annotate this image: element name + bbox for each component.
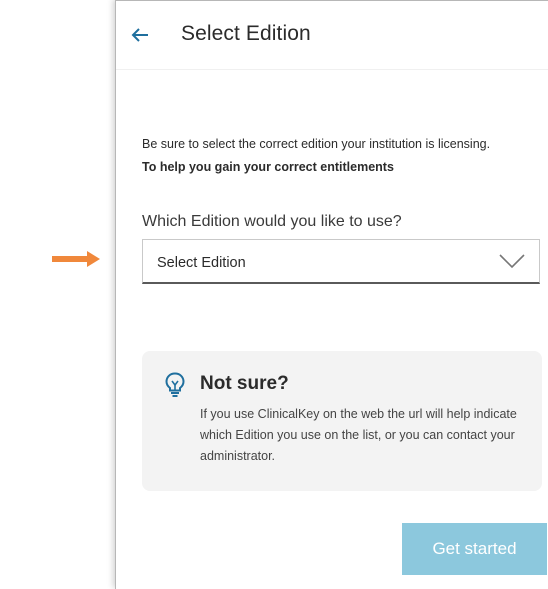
get-started-button[interactable]: Get started — [402, 523, 547, 575]
edition-select-value: Select Edition — [157, 255, 246, 271]
page-title: Select Edition — [181, 22, 311, 45]
info-card-text: If you use ClinicalKey on the web the ur… — [200, 407, 517, 463]
app-header: Select Edition — [116, 1, 548, 70]
arrow-left-icon — [131, 28, 148, 42]
edition-select[interactable]: Select Edition — [142, 239, 540, 284]
info-card-title: Not sure? — [200, 373, 289, 394]
intro-line-1: Be sure to select the correct edition yo… — [142, 137, 491, 151]
chevron-down-icon — [499, 254, 525, 269]
annotation-arrow-head — [87, 251, 100, 267]
intro-line-2: To help you gain your correct entitlemen… — [142, 160, 394, 174]
info-card: Not sure? If you use ClinicalKey on the … — [142, 351, 542, 491]
intro-text: Be sure to select the correct edition yo… — [142, 133, 542, 179]
annotation-arrow-shaft — [52, 256, 88, 262]
app-screen: Select Edition Be sure to select the cor… — [115, 0, 548, 589]
edition-question-label: Which Edition would you like to use? — [142, 213, 402, 230]
annotation-arrow — [52, 251, 100, 267]
back-button[interactable] — [128, 23, 152, 47]
lightbulb-icon — [165, 372, 185, 397]
